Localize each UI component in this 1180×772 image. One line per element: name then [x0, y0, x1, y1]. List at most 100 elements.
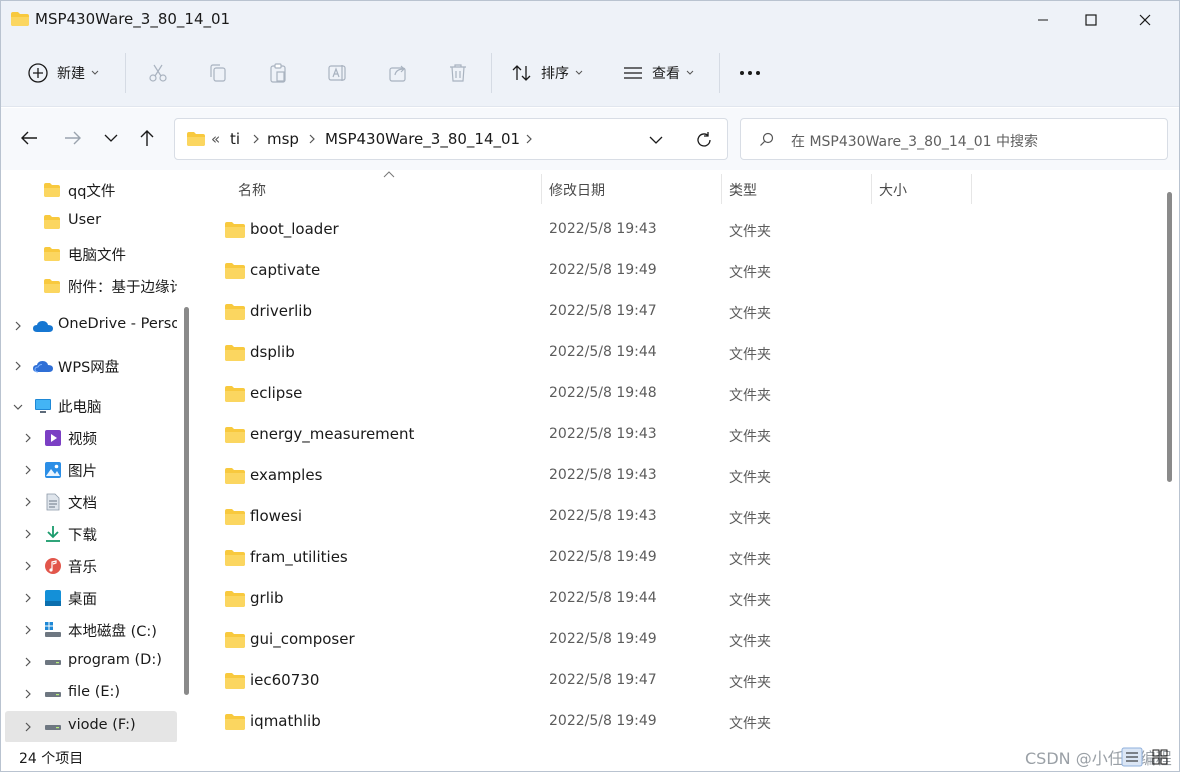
file-row[interactable]: flowesi 2022/5/8 19:43 文件夹 [215, 498, 1155, 536]
column-divider[interactable] [871, 174, 872, 204]
drive-icon [45, 622, 61, 637]
file-row[interactable]: eclipse 2022/5/8 19:48 文件夹 [215, 375, 1155, 413]
nav-label: 此电脑 [58, 400, 102, 416]
close-button[interactable] [1122, 1, 1168, 39]
file-row[interactable]: captivate 2022/5/8 19:49 文件夹 [215, 252, 1155, 290]
nav-item-qq[interactable]: qq文件 [5, 174, 177, 206]
nav-item-drive-f[interactable]: viode (F:) [5, 711, 177, 743]
tiles-view-icon[interactable] [1149, 747, 1171, 767]
nav-item-drive-c[interactable]: 本地磁盘 (C:) [5, 614, 177, 646]
chevron-right-icon[interactable] [23, 721, 33, 733]
share-button[interactable] [387, 57, 409, 89]
nav-item-drive-d[interactable]: program (D:) [5, 646, 177, 678]
nav-item-this-pc[interactable]: 此电脑 [5, 390, 177, 422]
nav-label: viode (F:) [68, 717, 136, 733]
breadcrumb-overflow[interactable]: « [211, 130, 220, 148]
copy-button[interactable] [207, 57, 229, 89]
nav-item-wps[interactable]: WPS网盘 [5, 350, 177, 382]
chevron-right-icon[interactable] [23, 496, 33, 508]
rename-button[interactable] [327, 57, 349, 89]
list-scrollbar[interactable] [1167, 192, 1172, 482]
nav-label: 桌面 [68, 592, 97, 608]
item-count: 24 个项目 [19, 751, 84, 767]
file-row[interactable]: iec60730 2022/5/8 19:47 文件夹 [215, 662, 1155, 700]
delete-button[interactable] [447, 57, 469, 89]
column-divider[interactable] [971, 174, 972, 204]
nav-label: 附件：基于边缘计 [68, 280, 177, 296]
chevron-right-icon[interactable] [23, 432, 33, 444]
sort-label: 排序 [541, 66, 569, 82]
breadcrumb-msp[interactable]: msp [267, 130, 299, 148]
column-header-date[interactable]: 修改日期 [549, 180, 605, 200]
file-name: examples [250, 466, 323, 484]
recent-locations-button[interactable] [97, 124, 125, 152]
download-icon [46, 526, 60, 542]
navigation-pane: qq文件 User 电脑文件 附件：基于边缘计 OneDrive - Perso… [1, 170, 197, 743]
column-divider[interactable] [721, 174, 722, 204]
nav-item-onedrive[interactable]: OneDrive - Perso [5, 310, 177, 342]
forward-button[interactable] [59, 124, 87, 152]
file-row[interactable]: examples 2022/5/8 19:43 文件夹 [215, 457, 1155, 495]
column-header-type[interactable]: 类型 [729, 180, 757, 200]
file-row[interactable]: boot_loader 2022/5/8 19:43 文件夹 [215, 211, 1155, 249]
chevron-down-icon[interactable] [649, 135, 663, 145]
file-row[interactable]: dsplib 2022/5/8 19:44 文件夹 [215, 334, 1155, 372]
nav-item-drive-e[interactable]: file (E:) [5, 678, 177, 710]
file-row[interactable]: energy_measurement 2022/5/8 19:43 文件夹 [215, 416, 1155, 454]
chevron-right-icon[interactable] [23, 624, 33, 636]
chevron-right-icon[interactable] [23, 688, 33, 700]
chevron-right-icon[interactable] [13, 320, 23, 332]
column-divider[interactable] [541, 174, 542, 204]
chevron-right-icon[interactable] [23, 656, 33, 668]
nav-item-documents[interactable]: 文档 [5, 486, 177, 518]
nav-item-desktop[interactable]: 桌面 [5, 582, 177, 614]
nav-item-music[interactable]: 音乐 [5, 550, 177, 582]
nav-item-downloads[interactable]: 下载 [5, 518, 177, 550]
address-bar[interactable]: « ti msp MSP430Ware_3_80_14_01 [174, 118, 728, 160]
breadcrumb-msp430ware[interactable]: MSP430Ware_3_80_14_01 [325, 130, 520, 148]
file-type: 文件夹 [729, 347, 771, 363]
details-view-icon[interactable] [1121, 747, 1143, 767]
minimize-button[interactable] [1020, 1, 1066, 39]
view-button[interactable]: 查看 [622, 57, 694, 89]
file-row[interactable]: iqmathlib 2022/5/8 19:49 文件夹 [215, 703, 1155, 741]
search-box[interactable]: 在 MSP430Ware_3_80_14_01 中搜索 [740, 118, 1168, 160]
chevron-down-icon [91, 70, 99, 75]
nav-item-pictures[interactable]: 图片 [5, 454, 177, 486]
nav-label: file (E:) [68, 684, 121, 700]
column-header-size[interactable]: 大小 [879, 180, 907, 200]
up-button[interactable] [133, 124, 161, 152]
chevron-down-icon[interactable] [12, 402, 24, 412]
file-type: 文件夹 [729, 675, 771, 691]
column-header-name[interactable]: 名称 [238, 180, 266, 200]
file-row[interactable]: fram_utilities 2022/5/8 19:49 文件夹 [215, 539, 1155, 577]
folder-icon [11, 12, 29, 26]
file-row[interactable]: gui_composer 2022/5/8 19:49 文件夹 [215, 621, 1155, 659]
breadcrumb-ti[interactable]: ti [230, 130, 240, 148]
cut-button[interactable] [147, 57, 169, 89]
nav-scrollbar[interactable] [184, 307, 189, 695]
nav-item-videos[interactable]: 视频 [5, 422, 177, 454]
maximize-button[interactable] [1068, 1, 1114, 39]
new-button[interactable]: 新建 [27, 57, 99, 89]
chevron-right-icon[interactable] [23, 560, 33, 572]
search-placeholder: 在 MSP430Ware_3_80_14_01 中搜索 [791, 134, 1038, 150]
chevron-right-icon[interactable] [23, 528, 33, 540]
nav-label: 本地磁盘 (C:) [68, 624, 157, 640]
back-button[interactable] [15, 124, 43, 152]
sort-button[interactable]: 排序 [511, 57, 583, 89]
nav-item-computer-files[interactable]: 电脑文件 [5, 238, 177, 270]
nav-item-user[interactable]: User [5, 206, 177, 238]
nav-item-attachment[interactable]: 附件：基于边缘计 [5, 270, 177, 302]
file-row[interactable]: driverlib 2022/5/8 19:47 文件夹 [215, 293, 1155, 331]
maximize-icon [1085, 14, 1097, 26]
file-type: 文件夹 [729, 634, 771, 650]
more-button[interactable] [739, 57, 763, 89]
file-row[interactable]: grlib 2022/5/8 19:44 文件夹 [215, 580, 1155, 618]
refresh-icon[interactable] [695, 131, 713, 149]
chevron-right-icon[interactable] [23, 592, 33, 604]
chevron-right-icon[interactable] [13, 360, 23, 372]
paste-button[interactable] [267, 57, 289, 89]
arrow-right-icon [65, 131, 81, 145]
chevron-right-icon[interactable] [23, 464, 33, 476]
